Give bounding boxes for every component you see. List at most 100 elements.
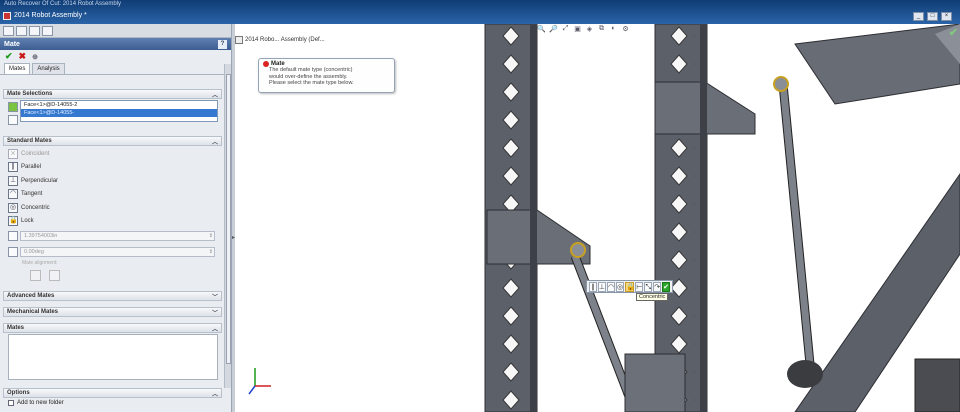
angle-field[interactable]: 0.00deg ⇕ [20, 247, 215, 257]
chevron-up-icon: ︿ [211, 327, 218, 333]
frame-right-diagonal[interactable] [794, 24, 960, 412]
tangent-icon[interactable]: ◠ [607, 282, 616, 292]
callout-line: Please select the mate type below. [269, 80, 354, 86]
flip-icon[interactable]: ↷ [653, 282, 662, 292]
perpendicular-icon[interactable]: ⊥ [597, 282, 606, 292]
app-icon [3, 12, 11, 20]
mate-type-concentric[interactable]: ◎ Concentric [8, 201, 50, 214]
selection-item[interactable]: Face<1>@D-14055-2 [21, 101, 217, 109]
confirm-corner-icon[interactable]: ✔ [949, 26, 958, 39]
motor-block[interactable] [914, 358, 960, 412]
mates-list-box[interactable] [8, 334, 218, 380]
axis-triad [248, 368, 271, 395]
previous-view-icon[interactable]: ⤢ [561, 25, 570, 33]
concentric-icon: ◎ [8, 202, 18, 213]
mate-type-label: Perpendicular [21, 177, 59, 184]
section-mates[interactable]: Mates ︿ [3, 323, 222, 333]
lock-icon[interactable]: 🔒 [625, 282, 635, 292]
mate-header: Mate ? [0, 38, 231, 50]
pneumatic-cylinder-right[interactable] [773, 76, 823, 388]
mate-selection-list[interactable]: Face<1>@D-14055-2 Face<1>@D-14055- [20, 100, 218, 122]
section-title: Options [7, 390, 30, 396]
mate-type-lock[interactable]: 🔒 Lock [8, 215, 34, 228]
lock-icon: 🔒 [8, 216, 18, 226]
property-manager-tab-icon[interactable] [16, 26, 27, 36]
selection-faces-icon [8, 102, 18, 112]
chevron-up-icon: ︿ [211, 392, 218, 398]
section-standard-mates[interactable]: Standard Mates ︿ [3, 136, 222, 146]
frame-left[interactable] [484, 24, 591, 412]
spinner-icon[interactable]: ⇕ [209, 232, 213, 241]
mate-popup-toolbar: ∥ ⊥ ◠ ◎ 🔒 ⊢ ⤡ ↷ ✔ [586, 280, 673, 293]
distance-icon[interactable]: ⊢ [635, 282, 644, 292]
keep-visible-pin-icon[interactable]: ⊕ [32, 53, 38, 61]
feature-tree-root[interactable]: 2014 Robo... Assembly (Def... [235, 36, 325, 44]
selection-item-selected[interactable]: Face<1>@D-14055- [21, 109, 217, 117]
chevron-down-icon: ﹀ [211, 311, 218, 317]
angle-icon [8, 247, 18, 257]
minimize-button[interactable]: _ [913, 12, 924, 21]
mate-type-parallel[interactable]: ∥ Parallel [8, 161, 41, 174]
zoom-to-fit-icon[interactable]: 🔍 [537, 25, 546, 33]
display-style-icon[interactable]: ⧉ [597, 25, 606, 33]
section-view-icon[interactable]: ▣ [573, 25, 582, 33]
spinner-icon[interactable]: ⇕ [209, 248, 213, 257]
mate-alignment-label: Mate alignment: [22, 260, 58, 266]
tangent-icon: ◠ [8, 189, 18, 199]
checkbox[interactable] [8, 400, 14, 406]
scrollbar-thumb[interactable] [226, 74, 231, 364]
assembly-icon [235, 36, 243, 44]
mate-message-callout: Mate The default mate type (concentric) … [258, 58, 395, 93]
mate-type-label: Coincident [21, 150, 50, 157]
section-advanced-mates[interactable]: Advanced Mates ﹀ [3, 291, 222, 301]
mate-type-label: Lock [21, 218, 34, 224]
bottom-bracket[interactable] [624, 353, 686, 412]
concentric-icon[interactable]: ◎ [616, 282, 625, 292]
mate-type-tangent[interactable]: ◠ Tangent [8, 188, 42, 201]
view-settings-icon[interactable]: ⚙ [621, 25, 630, 33]
aligned-icon[interactable] [30, 270, 41, 281]
concentric-tooltip: Concentric [636, 293, 669, 301]
angle-icon[interactable]: ⤡ [644, 282, 653, 292]
view-orientation-icon[interactable]: ◈ [585, 25, 594, 33]
ok-icon[interactable]: ✔ [662, 282, 670, 292]
close-button[interactable]: × [941, 12, 952, 21]
option-label: Add to new folder [17, 400, 64, 406]
graphics-area[interactable]: 🔍 🔎 ⤢ ▣ ◈ ⧉ ◐ ⚙ ✔ 2014 Robo... Assembly (Def...… [235, 24, 960, 412]
parallel-icon[interactable]: ∥ [589, 282, 597, 292]
tab-analysis[interactable]: Analysis [32, 63, 65, 74]
mate-type-perpendicular[interactable]: ⊥ Perpendicular [8, 174, 58, 187]
mate-type-label: Tangent [21, 191, 43, 197]
section-options[interactable]: Options ︿ [3, 388, 222, 398]
display-manager-tab-icon[interactable] [42, 26, 53, 36]
anti-aligned-icon[interactable] [49, 270, 60, 281]
maximize-button[interactable]: □ [927, 12, 938, 21]
selection-filter-icon[interactable] [8, 115, 18, 125]
mate-title: Mate [4, 40, 20, 48]
add-to-folder-option[interactable]: Add to new folder [8, 400, 64, 406]
hide-show-icon[interactable]: ◐ [609, 25, 618, 33]
section-mate-selections[interactable]: Mate Selections ︿ [3, 89, 222, 99]
mate-type-coincident[interactable]: ⨯ Coincident [8, 147, 49, 160]
section-mechanical-mates[interactable]: Mechanical Mates ﹀ [3, 307, 222, 317]
coincident-icon: ⨯ [8, 148, 18, 159]
perpendicular-icon: ⊥ [8, 175, 18, 186]
distance-field[interactable]: 1.39754003in ⇕ [20, 231, 215, 241]
zoom-area-icon[interactable]: 🔎 [549, 25, 558, 33]
panel-scrollbar[interactable] [224, 64, 231, 388]
feature-manager-tab-icon[interactable] [3, 26, 14, 36]
help-icon[interactable]: ? [218, 39, 227, 49]
section-title: Mates [7, 325, 25, 331]
tab-mates[interactable]: Mates [4, 63, 31, 74]
section-title: Mate Selections [7, 91, 53, 97]
window-subtitle: Auto Recover Of Cut: 2014 Robot Assembly [4, 1, 122, 7]
manager-tab-strip [0, 24, 231, 38]
configuration-manager-tab-icon[interactable] [29, 26, 40, 36]
mate-type-label: Concentric [21, 204, 50, 211]
chevron-down-icon: ﹀ [211, 295, 218, 301]
mate-type-label: Parallel [21, 164, 42, 170]
angle-value: 0.00deg [24, 249, 44, 255]
cancel-button[interactable]: ✖ [19, 51, 27, 62]
ok-button[interactable]: ✔ [5, 51, 13, 62]
chevron-up-icon: ︿ [211, 93, 218, 99]
